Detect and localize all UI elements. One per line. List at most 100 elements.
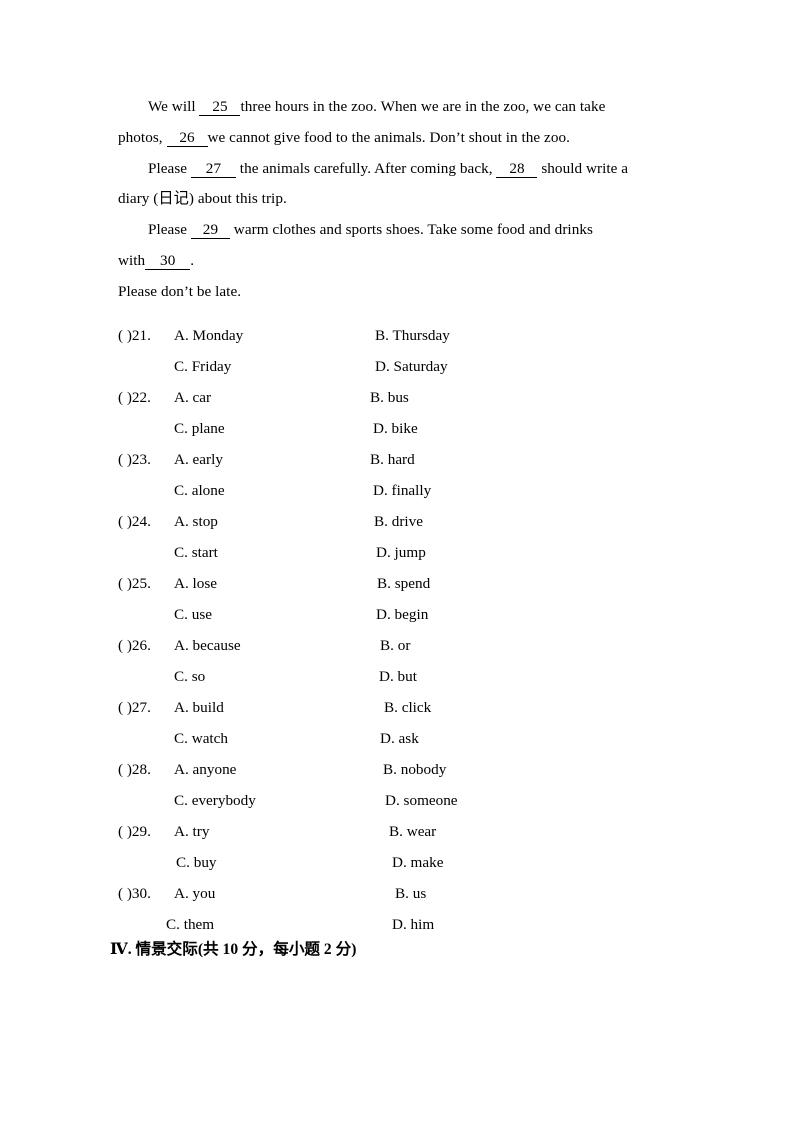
option-a[interactable]: A. lose [174,568,217,599]
option-d[interactable]: D. him [392,909,434,940]
option-b[interactable]: B. click [384,692,431,723]
option-b[interactable]: B. wear [389,816,436,847]
question-row-27: ( )27. A. build B. click [118,692,678,723]
passage-line: Please 29 warm clothes and sports shoes.… [118,215,658,246]
option-b[interactable]: B. drive [374,506,423,537]
question-row-30: ( )30. A. you B. us [118,878,678,909]
option-b[interactable]: B. Thursday [375,320,450,351]
passage-text: three hours in the zoo. When we are in t… [240,98,606,115]
question-row-23-cd: C. alone D. finally [118,475,678,506]
passage-line: photos, 26 we cannot give food to the ani… [118,123,658,154]
answer-bracket[interactable]: ( )27. [118,692,151,723]
option-b[interactable]: B. bus [370,382,409,413]
passage-text: . [190,251,195,269]
option-a[interactable]: A. build [174,692,224,723]
question-row-29: ( )29. A. try B. wear [118,816,678,847]
passage-line: We will 25 three hours in the zoo. When w… [118,92,658,123]
option-a[interactable]: A. try [174,816,209,847]
passage-line: Please 27 the animals carefully. After c… [118,154,658,185]
option-d[interactable]: D. begin [376,599,428,630]
question-row-28-cd: C. everybody D. someone [118,785,678,816]
cloze-passage: We will 25 three hours in the zoo. When w… [118,92,658,308]
option-b[interactable]: B. hard [370,444,415,475]
question-row-21: ( )21. A. Monday B. Thursday [118,320,678,351]
answer-blank-25[interactable]: 25 [199,98,241,116]
option-a[interactable]: A. car [174,382,211,413]
option-a[interactable]: A. because [174,630,241,661]
answer-bracket[interactable]: ( )23. [118,444,151,475]
passage-text: diary (日记) about this trip. [118,190,287,208]
multiple-choice-list: ( )21. A. Monday B. Thursday C. Friday D. Sa… [118,320,678,940]
answer-bracket[interactable]: ( )25. [118,568,151,599]
passage-text: Please [148,221,191,239]
passage-text: Please [148,159,191,177]
question-row-29-cd: C. buy D. make [118,847,678,878]
answer-blank-27[interactable]: 27 [190,160,236,178]
question-row-21-cd: C. Friday D. Saturday [118,351,678,382]
option-c[interactable]: C. alone [174,475,225,506]
answer-bracket[interactable]: ( )21. [118,320,151,351]
option-c[interactable]: C. start [174,537,218,568]
option-c[interactable]: C. everybody [174,785,256,816]
question-row-24: ( )24. A. stop B. drive [118,506,678,537]
answer-bracket[interactable]: ( )29. [118,816,151,847]
option-a[interactable]: A. Monday [174,320,243,351]
question-row-27-cd: C. watch D. ask [118,723,678,754]
passage-text: we cannot give food to the animals. Don’… [207,128,570,146]
option-c[interactable]: C. plane [174,413,225,444]
option-a[interactable]: A. stop [174,506,218,537]
question-row-25-cd: C. use D. begin [118,599,678,630]
option-a[interactable]: A. anyone [174,754,236,785]
option-a[interactable]: A. early [174,444,223,475]
passage-line: Please don’t be late. [118,277,658,308]
question-row-30-cd: C. them D. him [118,909,678,940]
option-b[interactable]: B. us [395,878,426,909]
answer-bracket[interactable]: ( )22. [118,382,151,413]
answer-bracket[interactable]: ( )24. [118,506,151,537]
document-page: We will 25 three hours in the zoo. When w… [0,0,794,1123]
passage-text: with [118,251,146,269]
question-row-22: ( )22. A. car B. bus [118,382,678,413]
question-row-26-cd: C. so D. but [118,661,678,692]
option-b[interactable]: B. spend [377,568,430,599]
option-d[interactable]: D. ask [380,723,419,754]
option-d[interactable]: D. but [379,661,417,692]
answer-blank-28[interactable]: 28 [496,160,538,178]
option-b[interactable]: B. nobody [383,754,446,785]
option-d[interactable]: D. make [392,847,443,878]
answer-blank-26[interactable]: 26 [166,129,208,147]
option-d[interactable]: D. jump [376,537,426,568]
passage-text: should write a [537,159,629,177]
option-a[interactable]: A. you [174,878,215,909]
option-c[interactable]: C. buy [176,847,217,878]
passage-line: with 30. [118,246,658,277]
passage-text: We will [148,98,200,115]
question-row-28: ( )28. A. anyone B. nobody [118,754,678,785]
option-c[interactable]: C. Friday [174,351,231,382]
option-c[interactable]: C. them [166,909,214,940]
passage-text: the animals carefully. After coming back… [235,159,497,177]
option-c[interactable]: C. use [174,599,212,630]
option-d[interactable]: D. bike [373,413,418,444]
answer-blank-30[interactable]: 30 [145,252,191,270]
passage-text: Please don’t be late. [118,282,242,300]
option-c[interactable]: C. so [174,661,205,692]
passage-line: diary (日记) about this trip. [118,184,658,215]
option-d[interactable]: D. finally [373,475,431,506]
answer-bracket[interactable]: ( )28. [118,754,151,785]
question-row-26: ( )26. A. because B. or [118,630,678,661]
answer-bracket[interactable]: ( )26. [118,630,151,661]
option-c[interactable]: C. watch [174,723,228,754]
option-b[interactable]: B. or [380,630,410,661]
question-row-23: ( )23. A. early B. hard [118,444,678,475]
answer-bracket[interactable]: ( )30. [118,878,151,909]
question-row-24-cd: C. start D. jump [118,537,678,568]
option-d[interactable]: D. someone [385,785,458,816]
passage-text: warm clothes and sports shoes. Take some… [229,221,593,239]
section-heading-situational-communication: Ⅳ. 情景交际(共 10 分，每小题 2 分) [110,941,357,958]
answer-blank-29[interactable]: 29 [190,221,230,240]
question-row-25: ( )25. A. lose B. spend [118,568,678,599]
question-row-22-cd: C. plane D. bike [118,413,678,444]
option-d[interactable]: D. Saturday [375,351,448,382]
passage-text: photos, [118,128,167,146]
